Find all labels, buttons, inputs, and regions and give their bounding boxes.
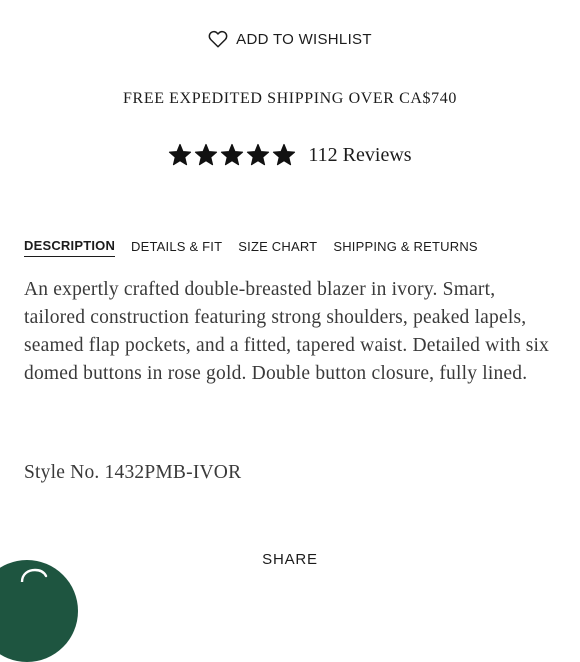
star-icon (195, 143, 218, 166)
tab-shipping-returns[interactable]: SHIPPING & RETURNS (333, 239, 477, 257)
share-button[interactable]: SHARE (0, 551, 580, 568)
add-to-wishlist-button[interactable]: ADD TO WISHLIST (0, 30, 580, 48)
product-rating: 112 Reviews (0, 143, 580, 167)
rating-stars (168, 143, 296, 167)
heart-outline-icon (208, 30, 228, 48)
free-shipping-note: FREE EXPEDITED SHIPPING OVER CA$740 (123, 90, 457, 107)
wishlist-label: ADD TO WISHLIST (236, 30, 372, 48)
star-icon (221, 143, 244, 166)
chat-button[interactable] (0, 560, 78, 662)
star-icon (273, 143, 296, 166)
star-icon (169, 143, 192, 166)
tab-details-fit[interactable]: DETAILS & FIT (131, 239, 222, 257)
tab-size-chart[interactable]: SIZE CHART (238, 239, 317, 257)
reviews-link[interactable]: 112 Reviews (308, 144, 411, 167)
style-number: Style No. 1432PMB-IVOR (24, 462, 242, 483)
product-info-tabs: DESCRIPTION DETAILS & FIT SIZE CHART SHI… (24, 238, 564, 257)
product-description: An expertly crafted double-breasted blaz… (24, 279, 550, 384)
tab-description[interactable]: DESCRIPTION (24, 238, 116, 257)
star-icon (247, 143, 270, 166)
